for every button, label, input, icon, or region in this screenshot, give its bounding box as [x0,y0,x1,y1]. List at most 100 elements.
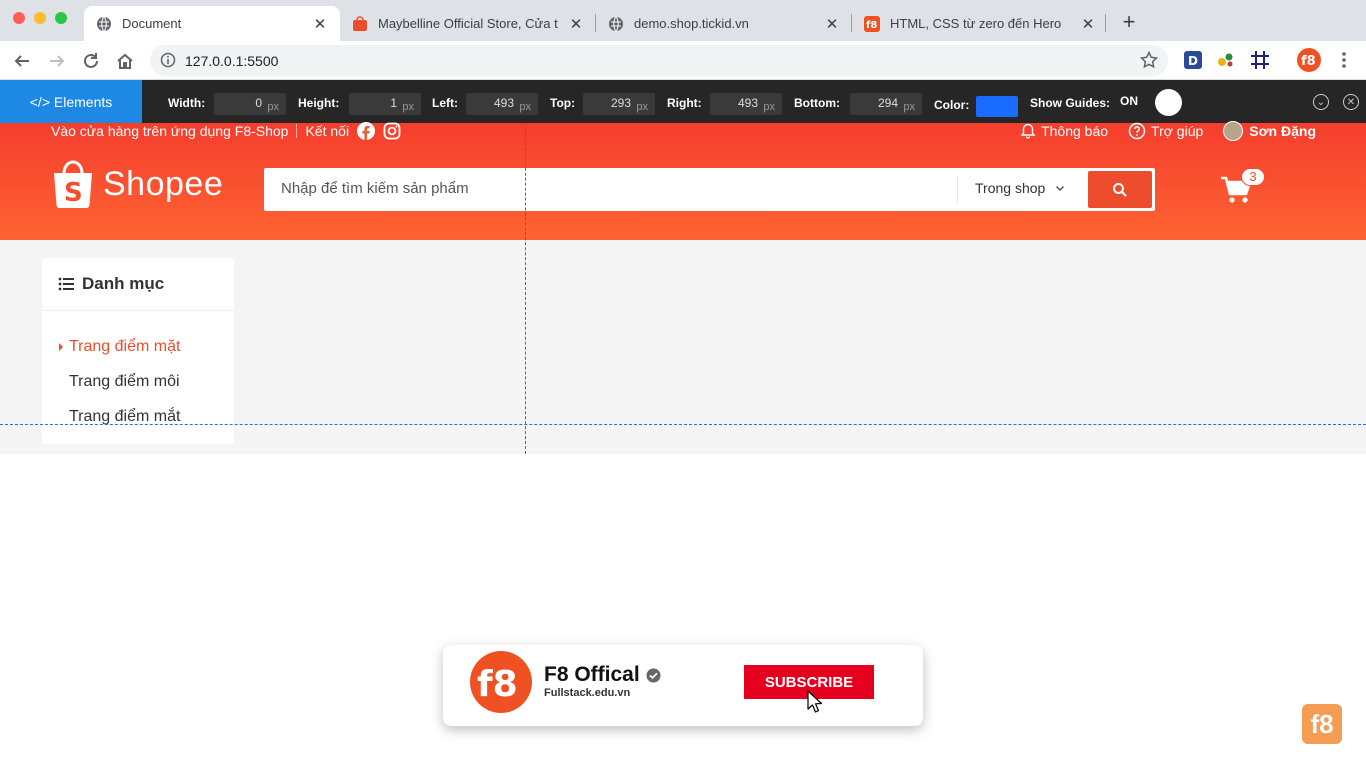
app-store-link[interactable]: Vào cửa hàng trên ứng dụng F8-Shop [51,123,288,139]
help-link[interactable]: Trợ giúp [1128,122,1203,140]
notifications-label: Thông báo [1041,123,1109,139]
category-item-face[interactable]: Trang điểm mặt [69,338,180,356]
unit-label: px [402,101,414,113]
address-bar[interactable]: 127.0.0.1:5500 [150,45,1168,76]
bottom-field[interactable]: 294 px [850,93,922,115]
shopee-logo[interactable]: S Shopee [51,159,223,209]
color-label: Color: [934,98,970,112]
tab-close-icon[interactable]: ✕ [824,15,840,33]
tab-separator [1105,14,1106,32]
divider [957,176,958,203]
top-value: 293 [610,96,631,110]
browser-tab-f8[interactable]: f8 HTML, CSS từ zero đến Hero ✕ [852,6,1108,41]
extension-dots-icon[interactable] [1216,50,1236,70]
right-field[interactable]: 493 px [710,93,782,115]
search-button[interactable] [1088,171,1152,208]
tab-close-icon[interactable]: ✕ [568,15,584,33]
browser-tab-maybelline[interactable]: Maybelline Official Store, Cửa t ✕ [340,6,596,41]
notifications-link[interactable]: Thông báo [1020,123,1108,139]
search-input[interactable]: Nhập để tìm kiếm sản phẩm [281,180,469,197]
connect-label: Kết nối [305,123,350,139]
height-value: 1 [390,96,397,110]
search-scope-label: Trong shop [975,180,1046,196]
f8-watermark-logo: f8 [1302,704,1342,744]
facebook-icon[interactable] [357,122,376,140]
bookmark-star-icon[interactable] [1139,50,1159,74]
left-field[interactable]: 493 px [466,93,538,115]
height-field[interactable]: 1 px [349,93,421,115]
divider [296,124,298,138]
forward-arrow-icon[interactable] [45,49,69,73]
cart-count-badge: 3 [1241,168,1265,186]
top-label: Top: [550,96,576,110]
tab-title: demo.shop.tickid.vn [634,16,749,31]
extension-d-icon[interactable]: D [1183,50,1203,70]
browser-toolbar: 127.0.0.1:5500 D f8 [0,41,1366,80]
channel-name: F8 Offical [544,663,661,687]
tab-close-icon[interactable]: ✕ [312,15,328,33]
list-icon [58,277,74,291]
channel-name-text: F8 Offical [544,663,640,686]
window-minimize-button[interactable] [34,12,46,24]
right-label: Right: [667,96,702,110]
collapse-chevron-icon[interactable]: ⌄ [1313,94,1329,110]
window-close-button[interactable] [13,12,25,24]
horizontal-guide-line [0,424,1366,425]
browser-tab-tickid[interactable]: demo.shop.tickid.vn ✕ [596,6,852,41]
f8-channel-logo: f8 [470,651,532,713]
close-circle-icon[interactable]: ✕ [1343,94,1359,110]
guides-toggle[interactable] [1155,89,1182,116]
home-icon[interactable] [113,49,137,73]
right-value: 493 [737,96,758,110]
color-swatch[interactable] [976,96,1018,117]
tab-title: Maybelline Official Store, Cửa t [378,16,558,31]
channel-site: Fullstack.edu.vn [544,687,631,699]
new-tab-plus-icon[interactable]: + [1117,8,1141,36]
header-top-left: Vào cửa hàng trên ứng dụng F8-Shop Kết n… [51,122,401,140]
profile-avatar-icon[interactable]: f8 [1297,48,1321,72]
shopee-header: Vào cửa hàng trên ứng dụng F8-Shop Kết n… [0,121,1366,240]
subscribe-card: f8 F8 Offical Fullstack.edu.vn SUBSCRIBE [443,645,923,726]
chevron-down-icon [1056,185,1065,192]
tab-title: HTML, CSS từ zero đến Hero [890,16,1062,31]
vertical-guide-line [525,123,526,454]
height-label: Height: [298,96,340,110]
category-item-lips[interactable]: Trang điểm môi [69,373,180,391]
extension-grid-icon[interactable] [1250,50,1270,70]
unit-label: px [763,101,775,113]
unit-label: px [636,101,648,113]
search-scope-select[interactable]: Trong shop [975,180,1066,196]
globe-icon [96,16,112,32]
browser-tab-document[interactable]: Document ✕ [84,6,340,41]
svg-text:D: D [1188,54,1198,68]
site-info-icon[interactable] [160,52,176,73]
bottom-label: Bottom: [794,96,840,110]
instagram-icon[interactable] [383,122,401,140]
guides-state: ON [1120,94,1138,108]
svg-text:f8: f8 [1301,54,1316,69]
svg-text:S: S [64,178,83,208]
shopee-favicon-icon [352,15,368,32]
category-heading: Danh mục [42,258,234,311]
unit-label: px [267,101,279,113]
header-top-right: Thông báo Trợ giúp Sơn Đặng [1000,121,1316,141]
show-guides-label: Show Guides: [1030,96,1111,110]
user-menu[interactable]: Sơn Đặng [1223,121,1316,141]
globe-icon [608,16,624,32]
width-field[interactable]: 0 px [214,93,286,115]
tab-title: Document [122,16,182,31]
category-title: Danh mục [82,274,165,293]
elements-tab[interactable]: </> Elements [0,80,142,123]
left-label: Left: [432,96,458,110]
reload-icon[interactable] [79,49,103,73]
window-maximize-button[interactable] [55,12,67,24]
top-field[interactable]: 293 px [583,93,655,115]
back-arrow-icon[interactable] [10,49,34,73]
left-value: 493 [493,96,514,110]
shopee-bag-icon: S [54,160,92,208]
tab-close-icon[interactable]: ✕ [1080,15,1096,33]
caret-right-icon [59,343,63,351]
browser-menu-icon[interactable] [1334,50,1354,70]
browser-tab-strip: Document ✕ Maybelline Official Store, Cử… [0,0,1366,41]
unit-label: px [519,101,531,113]
